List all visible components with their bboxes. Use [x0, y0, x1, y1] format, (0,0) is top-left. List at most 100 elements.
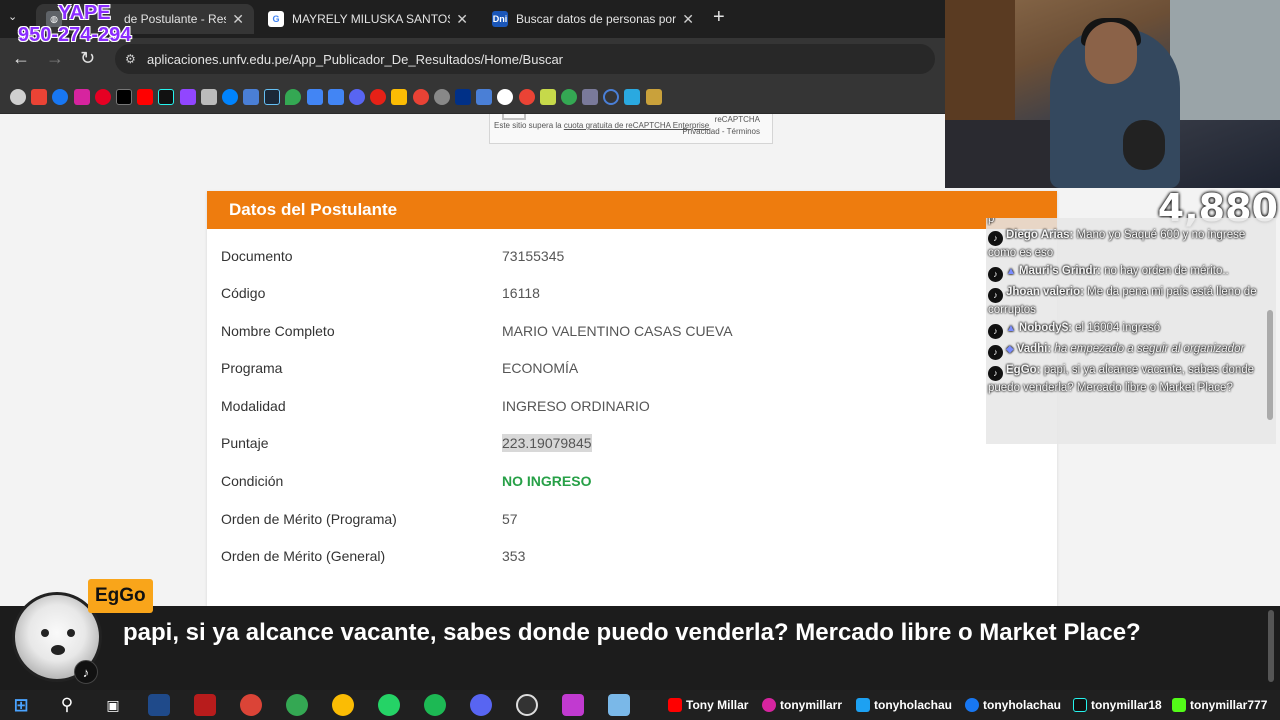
row-codigo: Código 16118	[221, 281, 1041, 305]
play-bookmark-icon[interactable]	[370, 88, 387, 105]
instagram-icon	[762, 698, 776, 712]
tiktok-icon: ♪	[74, 660, 98, 684]
pinterest-bookmark-icon[interactable]	[94, 88, 111, 105]
webcam-feed	[945, 0, 1280, 188]
box2-bookmark-icon[interactable]	[476, 88, 493, 105]
tab-buscar-datos[interactable]: Dni Buscar datos de personas por D ✕	[482, 4, 704, 34]
field-value: MARIO VALENTINO CASAS CUEVA	[502, 323, 733, 339]
app-icon[interactable]	[194, 694, 216, 716]
chrome-profile-icon[interactable]	[286, 694, 308, 716]
pinwheel-bookmark-icon[interactable]	[412, 88, 429, 105]
app-icon[interactable]	[148, 694, 170, 716]
discord-icon[interactable]	[470, 694, 492, 716]
yape-number: 950-274-294	[18, 24, 132, 46]
image-bookmark-icon[interactable]	[539, 88, 556, 105]
field-label: Condición	[221, 473, 284, 489]
app-icon[interactable]	[608, 694, 630, 716]
chrome-icon[interactable]	[240, 694, 262, 716]
field-value: 353	[502, 548, 526, 564]
tiktok-icon: ♪	[988, 231, 1003, 246]
ring-bookmark-icon[interactable]	[603, 88, 620, 105]
row-documento: Documento 73155345	[221, 244, 1041, 268]
recaptcha-widget: Este sitio supera la cuota gratuita de r…	[489, 114, 773, 144]
figure-bookmark-icon[interactable]	[645, 88, 662, 105]
drive-bookmark-icon[interactable]	[391, 88, 408, 105]
highlight-user-tag: EgGo	[88, 579, 153, 613]
close-icon[interactable]: ✕	[232, 11, 244, 28]
docs-translate-bookmark-icon[interactable]	[327, 88, 344, 105]
chat-scrollbar[interactable]	[1266, 230, 1274, 430]
field-value: ECONOMÍA	[502, 360, 579, 376]
steam-bookmark-icon[interactable]	[264, 88, 281, 105]
task-view-icon[interactable]: ▣	[102, 694, 124, 716]
twitter-icon	[856, 698, 870, 712]
maps-bookmark-icon[interactable]	[285, 88, 302, 105]
field-value-selected[interactable]: 223.19079845	[502, 434, 592, 452]
instagram-bookmark-icon[interactable]	[73, 88, 90, 105]
spotify-icon[interactable]	[424, 694, 446, 716]
gamepad-bookmark-icon[interactable]	[433, 88, 450, 105]
facebook-icon	[965, 698, 979, 712]
facebook-bookmark-icon[interactable]	[52, 88, 69, 105]
chat-overlay: p ♪ Diego Arias: Mano yo Saqué 600 y no i…	[986, 218, 1276, 444]
translate-bookmark-icon[interactable]	[306, 88, 323, 105]
gmail-bookmark-icon[interactable]	[31, 88, 48, 105]
row-orden-programa: Orden de Mérito (Programa) 57	[221, 507, 1041, 531]
discord-bookmark-icon[interactable]	[349, 88, 365, 105]
youtube-bookmark-icon[interactable]	[137, 88, 154, 105]
tab-mayrely[interactable]: G MAYRELY MILUSKA SANTOS CA ✕	[258, 4, 478, 34]
bookmarks-bar	[0, 80, 945, 114]
chat-text: ha empezado a seguir al organizador	[1054, 343, 1245, 355]
reload-icon[interactable]: ↻	[80, 48, 95, 69]
new-tab-button[interactable]: +	[713, 6, 725, 29]
picture-bookmark-icon[interactable]	[582, 88, 599, 105]
site-info-icon[interactable]: ⚙	[125, 52, 136, 66]
close-icon[interactable]: ✕	[682, 11, 694, 28]
messenger-bookmark-icon[interactable]	[221, 88, 238, 105]
recaptcha-checkbox[interactable]	[502, 114, 526, 120]
box-bookmark-icon[interactable]	[243, 88, 260, 105]
social-handle: tonyholachau	[874, 698, 953, 712]
windows-start-icon[interactable]: ⊞	[10, 694, 32, 716]
social-handle: Tony Millar	[686, 698, 749, 712]
diamond-badge-icon: ◆	[1006, 344, 1014, 355]
kick-icon	[1172, 698, 1186, 712]
search-icon[interactable]: ⚲	[56, 694, 78, 716]
tiktok-bookmark-icon[interactable]	[158, 88, 175, 105]
recaptcha-privacy-link[interactable]: Privacidad - Términos	[682, 127, 760, 136]
tiktok-icon: ♪	[988, 288, 1003, 303]
google-icon: G	[268, 11, 284, 27]
social-facebook: tonyholachau	[965, 698, 1061, 712]
chat-scroll-thumb[interactable]	[1267, 310, 1273, 420]
obs-icon[interactable]	[516, 694, 538, 716]
status-value: NO INGRESO	[502, 473, 592, 489]
chat-message: ♪ ◆ Vadhi: ha empezado a seguir al organiz…	[986, 340, 1276, 361]
yape-overlay: YAPE 950-274-294	[18, 2, 131, 46]
chrome-profile-icon[interactable]	[332, 694, 354, 716]
puzzle-bookmark-icon[interactable]	[624, 88, 641, 105]
chat-bookmark-icon[interactable]	[560, 88, 577, 105]
forward-arrow-icon[interactable]: →	[46, 48, 64, 69]
app-icon[interactable]	[562, 694, 584, 716]
circle-bookmark-icon[interactable]	[497, 88, 514, 105]
chat-message: ♪ Jhoan valerio: Me da pena mi país está …	[986, 283, 1276, 319]
tab-search-chevron-icon[interactable]: ⌄	[8, 10, 17, 23]
x-bookmark-icon[interactable]	[115, 88, 132, 105]
applicant-data-card: Datos del Postulante Documento 73155345 …	[207, 191, 1057, 606]
chat-user: Mauri's Grindr:	[1018, 265, 1101, 277]
avatar-eye	[41, 629, 49, 637]
url-field[interactable]: ⚙ aplicaciones.unfv.edu.pe/App_Publicado…	[115, 44, 935, 74]
chat-message: ♪ Diego Arias: Mano yo Saqué 600 y no ing…	[986, 226, 1276, 262]
close-icon[interactable]: ✕	[456, 11, 468, 28]
chat-message: ♪ ▲ Mauri's Grindr: no hay orden de mérito…	[986, 262, 1276, 283]
chatgpt-bookmark-icon[interactable]	[10, 88, 26, 105]
photos-bookmark-icon[interactable]	[200, 88, 217, 105]
paypal-bookmark-icon[interactable]	[454, 88, 471, 105]
twitch-bookmark-icon[interactable]	[179, 88, 196, 105]
back-arrow-icon[interactable]: ←	[12, 48, 30, 69]
alert-bookmark-icon[interactable]	[518, 88, 535, 105]
chat-message: ♪ EgGo: papi, si ya alcance vacante, sabe…	[986, 361, 1276, 397]
social-tiktok: tonymillar18	[1073, 698, 1162, 712]
whatsapp-icon[interactable]	[378, 694, 400, 716]
recaptcha-notice: Este sitio supera la cuota gratuita de r…	[494, 121, 709, 130]
